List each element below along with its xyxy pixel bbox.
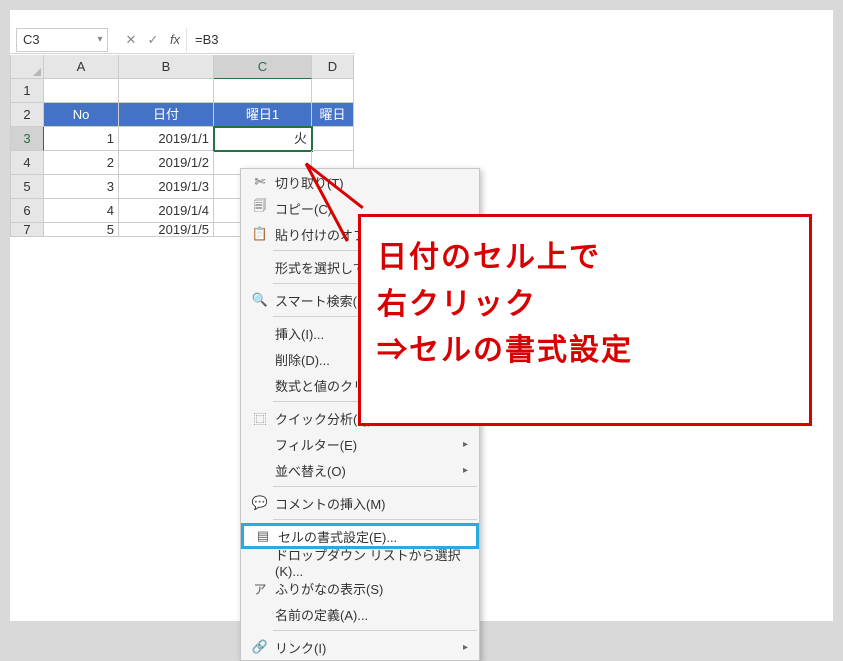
smart-lookup-icon: 🔍 [247, 290, 273, 310]
menu-icon-blank [247, 375, 273, 395]
menu-item[interactable]: フィルター(E)▸ [241, 431, 479, 457]
fx-icon[interactable]: fx [164, 32, 186, 47]
chevron-down-icon[interactable]: ▾ [93, 34, 107, 45]
menu-separator [273, 519, 477, 520]
col-head-B[interactable]: B [119, 55, 214, 79]
submenu-arrow-icon: ▸ [463, 465, 479, 476]
comment-icon: 💬 [247, 493, 273, 513]
cell-B1[interactable] [119, 79, 214, 103]
row-head-7[interactable]: 7 [10, 223, 44, 237]
select-all-corner[interactable] [10, 55, 44, 79]
formula-input[interactable]: =B3 [186, 28, 355, 52]
col-head-A[interactable]: A [44, 55, 119, 79]
cancel-icon[interactable]: ✕ [120, 32, 142, 48]
submenu-arrow-icon: ▸ [463, 642, 479, 653]
cell-A6[interactable]: 4 [44, 199, 119, 223]
cell-A5[interactable]: 3 [44, 175, 119, 199]
cell-D2[interactable]: 曜日 [312, 103, 354, 127]
cell-C3[interactable]: 火 [214, 127, 312, 151]
link-icon: 🔗 [247, 637, 273, 657]
cell-C1[interactable] [214, 79, 312, 103]
formula-bar: C3 ▾ ✕ ✓ fx =B3 [10, 26, 355, 54]
cell-B7[interactable]: 2019/1/5 [119, 223, 214, 237]
menu-item-label: セルの書式設定(E)... [276, 527, 460, 546]
menu-item[interactable]: アふりがなの表示(S) [241, 575, 479, 601]
cell-B4[interactable]: 2019/1/2 [119, 151, 214, 175]
menu-item[interactable]: 並べ替え(O)▸ [241, 457, 479, 483]
row-head-5[interactable]: 5 [10, 175, 44, 199]
row-head-1[interactable]: 1 [10, 79, 44, 103]
cell-A7[interactable]: 5 [44, 223, 119, 237]
menu-item[interactable]: 🔗リンク(I)▸ [241, 634, 479, 660]
cell-B6[interactable]: 2019/1/4 [119, 199, 214, 223]
row-head-2[interactable]: 2 [10, 103, 44, 127]
cell-D3[interactable] [312, 127, 354, 151]
row-head-3[interactable]: 3 [10, 127, 44, 151]
name-box[interactable]: C3 ▾ [16, 28, 108, 52]
row-head-6[interactable]: 6 [10, 199, 44, 223]
menu-item-label: リンク(I) [273, 638, 463, 657]
menu-icon-blank [247, 460, 273, 480]
callout-line-3: ⇒セルの書式設定 [377, 328, 793, 375]
cell-C2[interactable]: 曜日1 [214, 103, 312, 127]
menu-separator [273, 486, 477, 487]
phonetic-icon: ア [247, 578, 273, 598]
cell-A2[interactable]: No [44, 103, 119, 127]
menu-item-label: 名前の定義(A)... [273, 605, 463, 624]
menu-icon-blank [247, 604, 273, 624]
cut-icon: ✄ [247, 172, 273, 192]
submenu-arrow-icon: ▸ [463, 439, 479, 450]
name-box-value: C3 [17, 32, 93, 47]
menu-item-label: 切り取り(T) [273, 173, 463, 192]
menu-icon-blank [247, 349, 273, 369]
col-head-D[interactable]: D [312, 55, 354, 79]
menu-item-label: コメントの挿入(M) [273, 494, 463, 513]
menu-icon-blank [247, 257, 273, 277]
menu-item[interactable]: 名前の定義(A)... [241, 601, 479, 627]
check-icon[interactable]: ✓ [142, 32, 164, 48]
menu-item-label: ふりがなの表示(S) [273, 579, 463, 598]
menu-item[interactable]: 💬コメントの挿入(M) [241, 490, 479, 516]
callout-line-2: 右クリック [377, 282, 793, 329]
cell-A1[interactable] [44, 79, 119, 103]
menu-item-label: 並べ替え(O) [273, 461, 463, 480]
menu-icon-blank [247, 323, 273, 343]
cell-B3[interactable]: 2019/1/1 [119, 127, 214, 151]
paste-options-icon: 📋 [247, 224, 273, 244]
cell-A3[interactable]: 1 [44, 127, 119, 151]
menu-icon-blank [247, 552, 273, 572]
col-head-C[interactable]: C [214, 55, 312, 79]
row-head-4[interactable]: 4 [10, 151, 44, 175]
instruction-callout: 日付のセル上で 右クリック ⇒セルの書式設定 [358, 214, 812, 426]
menu-icon-blank [247, 434, 273, 454]
quick-analysis-icon: ⿴ [247, 408, 273, 428]
format-cells-icon: ▤ [250, 526, 276, 546]
callout-line-1: 日付のセル上で [377, 235, 793, 282]
cell-D1[interactable] [312, 79, 354, 103]
menu-item[interactable]: ドロップダウン リストから選択(K)... [241, 549, 479, 575]
menu-item-label: ドロップダウン リストから選択(K)... [273, 545, 463, 579]
cell-B5[interactable]: 2019/1/3 [119, 175, 214, 199]
menu-item-label: フィルター(E) [273, 435, 463, 454]
menu-item[interactable]: ✄切り取り(T) [241, 169, 479, 195]
copy-icon: 🗐 [247, 198, 273, 218]
cell-A4[interactable]: 2 [44, 151, 119, 175]
cell-B2[interactable]: 日付 [119, 103, 214, 127]
